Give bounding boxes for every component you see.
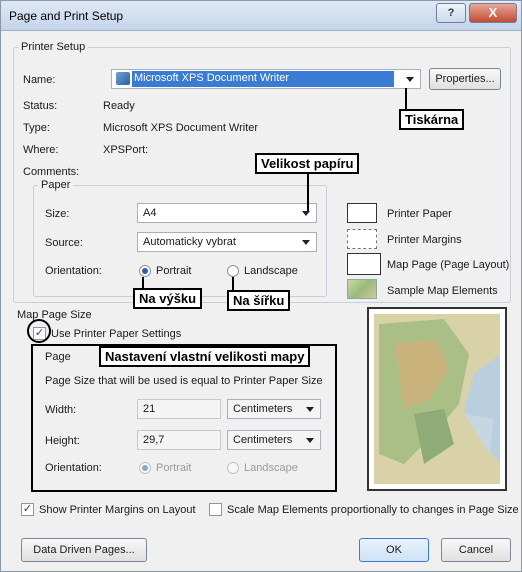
paper-source-value: Automaticky vybrat bbox=[143, 236, 236, 248]
chevron-down-icon bbox=[306, 407, 314, 412]
paper-size-value: A4 bbox=[143, 207, 157, 219]
page-print-setup-dialog: Page and Print Setup ? X Printer Setup N… bbox=[0, 0, 522, 572]
annotation-na-sirku: Na šířku bbox=[227, 290, 291, 311]
map-page-size-legend: Map Page Size bbox=[17, 309, 92, 321]
legend-sample-map: Sample Map Elements bbox=[387, 285, 498, 297]
source-label: Source: bbox=[45, 237, 83, 249]
printer-icon bbox=[116, 72, 130, 85]
portrait-radio[interactable] bbox=[139, 265, 151, 277]
title-bar: Page and Print Setup ? X bbox=[1, 1, 521, 31]
cancel-button[interactable]: Cancel bbox=[441, 538, 511, 562]
scale-elements-label: Scale Map Elements proportionally to cha… bbox=[227, 504, 519, 516]
annotation-tiskarna: Tiskárna bbox=[399, 109, 465, 130]
comments-label: Comments: bbox=[23, 166, 80, 178]
map-preview bbox=[367, 307, 507, 491]
show-margins-label: Show Printer Margins on Layout bbox=[39, 504, 196, 516]
legend-map-page: Map Page (Page Layout) bbox=[387, 259, 510, 271]
width-value: 21 bbox=[143, 403, 156, 415]
map-landscape-label: Landscape bbox=[244, 462, 298, 474]
portrait-label: Portrait bbox=[156, 265, 192, 277]
printer-paper-swatch bbox=[347, 203, 377, 223]
printer-name-value: Microsoft XPS Document Writer bbox=[132, 71, 394, 87]
printer-margins-swatch bbox=[347, 229, 377, 249]
map-orientation-label: Orientation: bbox=[45, 462, 102, 474]
chevron-down-icon bbox=[306, 438, 314, 443]
annotation-na-vysku: Na výšku bbox=[133, 288, 203, 309]
height-label: Height: bbox=[45, 435, 80, 447]
map-portrait-radio[interactable] bbox=[139, 462, 151, 474]
width-label: Width: bbox=[45, 404, 77, 416]
type-label: Type: bbox=[23, 122, 50, 134]
width-unit-select[interactable]: Centimeters bbox=[227, 399, 321, 419]
width-field[interactable]: 21 bbox=[137, 399, 221, 419]
data-driven-pages-button[interactable]: Data Driven Pages... bbox=[21, 538, 147, 562]
use-printer-paper-label: Use Printer Paper Settings bbox=[51, 328, 182, 340]
page-size-info: Page Size that will be used is equal to … bbox=[45, 375, 323, 387]
legend-printer-margins: Printer Margins bbox=[387, 234, 462, 246]
landscape-radio[interactable] bbox=[227, 265, 239, 277]
highlight-circle bbox=[27, 319, 51, 343]
type-value: Microsoft XPS Document Writer bbox=[103, 122, 259, 134]
height-unit-value: Centimeters bbox=[233, 434, 293, 446]
na-sirku-leader bbox=[232, 277, 234, 291]
status-label: Status: bbox=[23, 100, 58, 112]
chevron-down-icon bbox=[302, 211, 310, 216]
sample-map-elements-swatch bbox=[347, 279, 377, 299]
close-button[interactable]: X bbox=[469, 3, 517, 23]
window-title: Page and Print Setup bbox=[9, 9, 124, 23]
width-unit-value: Centimeters bbox=[233, 403, 293, 415]
name-label: Name: bbox=[23, 74, 56, 86]
landscape-label: Landscape bbox=[244, 265, 298, 277]
where-label: Where: bbox=[23, 144, 59, 156]
annotation-velikost-papiru: Velikost papíru bbox=[255, 153, 360, 174]
velikost-leader bbox=[307, 173, 309, 211]
chevron-down-icon bbox=[302, 240, 310, 245]
legend-printer-paper: Printer Paper bbox=[387, 208, 452, 220]
paper-legend: Paper bbox=[41, 179, 71, 191]
map-page-swatch bbox=[347, 253, 381, 275]
chevron-down-icon bbox=[406, 77, 414, 82]
map-preview-image bbox=[374, 314, 500, 484]
help-button[interactable]: ? bbox=[436, 3, 466, 23]
annotation-nastaveni: Nastavení vlastní velikosti mapy bbox=[99, 346, 311, 367]
printer-setup-legend: Printer Setup bbox=[21, 41, 86, 53]
height-value: 29,7 bbox=[143, 434, 165, 446]
map-landscape-radio[interactable] bbox=[227, 462, 239, 474]
where-value: XPSPort: bbox=[103, 144, 149, 156]
show-margins-checkbox[interactable]: ✓ bbox=[21, 503, 34, 516]
size-label: Size: bbox=[45, 208, 70, 220]
properties-button[interactable]: Properties... bbox=[429, 68, 501, 90]
tiskarna-leader bbox=[405, 88, 407, 110]
map-portrait-label: Portrait bbox=[156, 462, 192, 474]
scale-elements-checkbox[interactable] bbox=[209, 503, 222, 516]
orientation-label: Orientation: bbox=[45, 265, 102, 277]
printer-name-select[interactable]: Microsoft XPS Document Writer bbox=[111, 69, 421, 89]
ok-button[interactable]: OK bbox=[359, 538, 429, 562]
height-field[interactable]: 29,7 bbox=[137, 430, 221, 450]
paper-source-select[interactable]: Automaticky vybrat bbox=[137, 232, 317, 252]
page-legend: Page bbox=[45, 351, 71, 363]
status-value: Ready bbox=[103, 100, 135, 112]
paper-size-select[interactable]: A4 bbox=[137, 203, 317, 223]
height-unit-select[interactable]: Centimeters bbox=[227, 430, 321, 450]
